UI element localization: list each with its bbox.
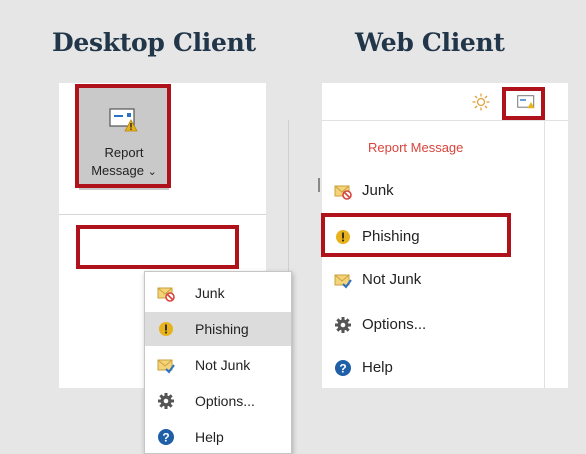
- highlight-phishing-item: [76, 225, 239, 269]
- not-junk-icon: [334, 274, 352, 289]
- help-icon: ?: [158, 429, 174, 445]
- menu-item-not-junk[interactable]: Not Junk: [145, 348, 291, 382]
- report-message-title: Report Message: [368, 140, 464, 155]
- panel-edge-mark: [318, 178, 320, 192]
- menu-item-label: Junk: [362, 182, 394, 199]
- svg-text:?: ?: [339, 362, 346, 376]
- highlight-web-report-icon: [502, 87, 545, 120]
- menu-item-phishing[interactable]: Phishing: [145, 312, 291, 346]
- help-icon: ?: [335, 360, 351, 376]
- menu-item-help[interactable]: ? Help: [322, 348, 544, 388]
- menu-item-label: Help: [195, 429, 224, 445]
- highlight-web-phishing-item: [321, 213, 511, 257]
- not-junk-icon: [157, 359, 175, 374]
- menu-item-options[interactable]: Options...: [145, 384, 291, 418]
- highlight-report-button: [75, 84, 171, 188]
- menu-item-label: Options...: [362, 316, 427, 333]
- menu-item-label: Help: [362, 359, 393, 376]
- menu-item-options[interactable]: Options...: [322, 305, 544, 345]
- menu-item-label: Not Junk: [362, 271, 422, 288]
- menu-item-label: Phishing: [195, 321, 249, 337]
- menu-item-junk[interactable]: Junk: [145, 276, 291, 310]
- menu-item-label: Not Junk: [195, 357, 251, 373]
- menu-item-label: Junk: [195, 285, 225, 301]
- ribbon-divider: [59, 214, 266, 215]
- phishing-icon: [159, 322, 173, 336]
- sun-icon[interactable]: [472, 93, 490, 111]
- web-client-heading: Web Client: [355, 28, 505, 57]
- report-message-dropdown: Junk Phishing Not Junk Options... ? Help: [144, 271, 292, 454]
- menu-edge: [544, 121, 545, 388]
- gear-icon: [158, 393, 174, 409]
- menu-item-junk[interactable]: Junk: [322, 171, 544, 211]
- menu-item-help[interactable]: ? Help: [145, 420, 291, 454]
- toolbar-divider: [322, 120, 568, 121]
- menu-item-not-junk[interactable]: Not Junk: [322, 260, 544, 300]
- junk-icon: [157, 287, 175, 302]
- svg-text:?: ?: [162, 431, 169, 445]
- gear-icon: [335, 317, 351, 333]
- junk-icon: [334, 185, 352, 200]
- menu-item-label: Options...: [195, 393, 255, 409]
- desktop-client-heading: Desktop Client: [52, 28, 256, 57]
